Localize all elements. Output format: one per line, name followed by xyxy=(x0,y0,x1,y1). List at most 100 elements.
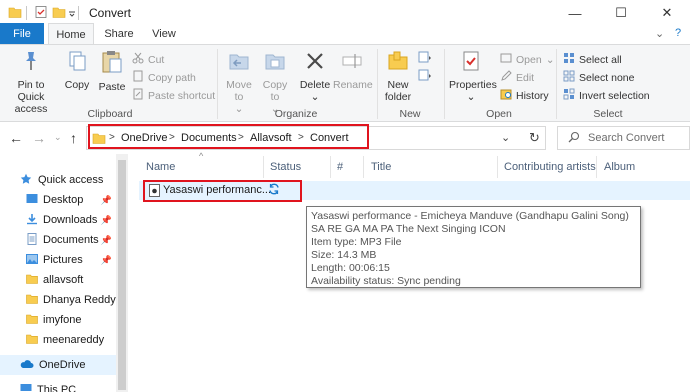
nav-pane-scroll-thumb[interactable] xyxy=(118,160,126,390)
select-all-label: Select all xyxy=(579,53,622,66)
history-button[interactable]: History xyxy=(500,88,549,103)
copy-to-button[interactable]: Copy to ⌄ xyxy=(258,49,292,115)
tab-home[interactable]: Home xyxy=(48,23,94,45)
select-all-button[interactable]: Select all xyxy=(563,52,622,67)
downloads-icon xyxy=(26,213,38,228)
nav-item-imyfone[interactable]: imyfone xyxy=(0,310,116,330)
recent-locations-chevron-icon[interactable]: ⌄ xyxy=(54,132,62,143)
nav-item-label: This PC xyxy=(37,384,77,392)
properties-icon xyxy=(449,49,493,76)
tooltip-size: Size: 14.3 MB xyxy=(311,249,377,261)
sort-arrow-icon: ^ xyxy=(199,151,204,161)
invert-selection-label: Invert selection xyxy=(579,89,650,102)
nav-item-label: imyfone xyxy=(43,314,82,326)
copy-to-label: Copy to xyxy=(262,79,288,103)
quick-access-item[interactable]: Quick access xyxy=(0,170,116,190)
delete-button[interactable]: Delete ⌄ xyxy=(297,49,333,103)
tab-file[interactable]: File xyxy=(0,23,44,45)
open-button[interactable]: Open ⌄ xyxy=(500,52,555,67)
nav-item-onedrive[interactable]: OneDrive xyxy=(0,355,116,375)
delete-label: Delete xyxy=(299,79,331,91)
up-arrow-icon[interactable]: ↑ xyxy=(70,130,77,146)
nav-item-meenareddy[interactable]: meenareddy xyxy=(0,330,116,350)
column-header-status[interactable]: Status xyxy=(270,154,301,180)
edit-icon xyxy=(500,70,512,85)
nav-item-downloads[interactable]: Downloads 📌 xyxy=(0,210,116,230)
nav-item-this-pc[interactable]: This PC xyxy=(0,380,116,392)
back-arrow-icon[interactable]: ← xyxy=(9,130,23,146)
move-to-button[interactable]: Move to ⌄ xyxy=(222,49,256,115)
cut-button[interactable]: Cut xyxy=(132,52,164,67)
folder-icon xyxy=(26,333,38,348)
forward-arrow-icon[interactable]: → xyxy=(32,130,46,146)
edit-button[interactable]: Edit xyxy=(500,70,534,85)
paste-button[interactable]: Paste xyxy=(96,49,128,93)
column-header-album[interactable]: Album xyxy=(604,154,635,180)
pin-icon[interactable]: 📌 xyxy=(101,255,112,266)
pin-icon[interactable]: 📌 xyxy=(101,235,112,246)
tooltip-title: Yasaswi performance - Emicheya Manduve (… xyxy=(311,210,629,235)
folder-icon xyxy=(8,5,22,22)
search-box[interactable]: Search Convert xyxy=(557,126,690,150)
select-none-label: Select none xyxy=(579,71,635,84)
star-icon xyxy=(20,173,32,188)
rename-button[interactable]: Rename xyxy=(333,49,373,91)
tab-share[interactable]: Share xyxy=(98,23,140,45)
desktop-icon xyxy=(26,193,38,208)
help-icon[interactable]: ? xyxy=(675,27,681,39)
nav-item-documents[interactable]: Documents 📌 xyxy=(0,230,116,250)
nav-item-label: meenareddy xyxy=(43,334,105,346)
column-header-contributing-artists[interactable]: Contributing artists xyxy=(504,154,596,180)
tooltip-length: Length: 00:06:15 xyxy=(311,262,390,274)
invert-selection-button[interactable]: Invert selection xyxy=(563,88,650,103)
tooltip-item-type: Item type: MP3 File xyxy=(311,236,402,248)
file-info-tooltip: Yasaswi performance - Emicheya Manduve (… xyxy=(306,206,641,288)
column-header-title[interactable]: Title xyxy=(371,154,391,180)
chevron-down-icon[interactable] xyxy=(68,8,76,20)
select-none-button[interactable]: Select none xyxy=(563,70,634,85)
history-icon xyxy=(500,88,512,103)
clipboard-group-label: Clipboard xyxy=(87,108,133,120)
tooltip-availability: Availability status: Sync pending xyxy=(311,275,461,287)
open-group-label: Open xyxy=(486,108,512,120)
copy-path-button[interactable]: Copy path xyxy=(132,70,196,85)
pin-to-quick-access-button[interactable]: Pin to Quick access xyxy=(4,49,58,115)
invert-selection-icon xyxy=(563,88,575,103)
pin-icon[interactable]: 📌 xyxy=(101,215,112,226)
ribbon: Pin to Quick access Copy Paste Cut Copy … xyxy=(0,44,690,122)
select-none-icon xyxy=(563,70,575,85)
easy-access-button[interactable] xyxy=(418,69,432,84)
new-folder-quick-icon[interactable] xyxy=(52,5,66,22)
nav-item-label: Dhanya Reddy p xyxy=(43,294,116,306)
refresh-button[interactable]: ↻ xyxy=(524,126,546,150)
pin-to-quick-access-label: Pin to Quick access xyxy=(14,79,48,115)
pictures-icon xyxy=(26,253,38,268)
pin-icon[interactable]: 📌 xyxy=(101,195,112,206)
nav-item-allavsoft[interactable]: allavsoft xyxy=(0,270,116,290)
column-header-name[interactable]: Name xyxy=(146,154,175,180)
nav-item-desktop[interactable]: Desktop 📌 xyxy=(0,190,116,210)
new-folder-button[interactable]: New folder xyxy=(381,49,415,103)
properties-quick-icon[interactable] xyxy=(34,5,48,22)
rename-label: Rename xyxy=(333,79,373,91)
properties-button[interactable]: Properties ⌄ xyxy=(449,49,497,103)
nav-item-label: OneDrive xyxy=(39,359,86,371)
nav-item-pictures[interactable]: Pictures 📌 xyxy=(0,250,116,270)
nav-item-label: Documents xyxy=(43,234,99,246)
copy-button[interactable]: Copy xyxy=(62,49,92,91)
refresh-icon: ↻ xyxy=(529,130,540,145)
edit-label: Edit xyxy=(516,71,535,84)
window-title: Convert xyxy=(89,6,132,20)
select-group-label: Select xyxy=(593,108,623,120)
nav-item-label: Pictures xyxy=(43,254,83,266)
address-dropdown-chevron-icon[interactable]: ⌄ xyxy=(501,131,510,144)
new-item-button[interactable] xyxy=(418,51,432,66)
paste-shortcut-button[interactable]: Paste shortcut xyxy=(132,88,215,103)
collapse-ribbon-icon[interactable]: ⌄ xyxy=(655,27,664,40)
tab-view[interactable]: View xyxy=(144,23,184,45)
new-folder-icon xyxy=(381,49,415,76)
nav-item-dhanya-reddy[interactable]: Dhanya Reddy p xyxy=(0,290,116,310)
copy-path-icon xyxy=(132,70,144,85)
column-header-number[interactable]: # xyxy=(337,154,343,180)
navigation-pane: Quick access Desktop 📌 Downloads 📌 Docum… xyxy=(0,154,116,392)
